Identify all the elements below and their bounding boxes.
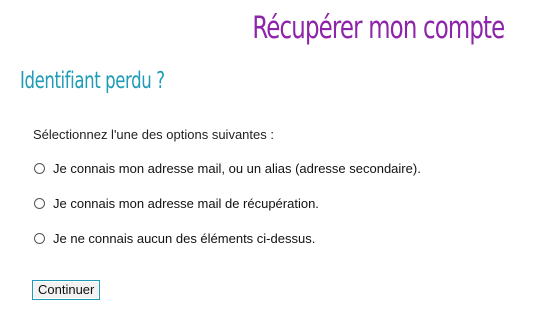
- radio-button[interactable]: [34, 197, 45, 209]
- options-list: Je connais mon adresse mail, ou un alias…: [34, 158, 421, 263]
- option-email-or-alias[interactable]: Je connais mon adresse mail, ou un alias…: [34, 158, 421, 178]
- continue-button[interactable]: Continuer: [32, 280, 101, 300]
- option-label: Je connais mon adresse mail de récupérat…: [53, 195, 319, 211]
- option-none-known[interactable]: Je ne connais aucun des éléments ci-dess…: [34, 228, 421, 248]
- radio-button[interactable]: [34, 162, 45, 174]
- option-recovery-email[interactable]: Je connais mon adresse mail de récupérat…: [34, 193, 421, 213]
- section-title: Identifiant perdu ?: [20, 68, 165, 94]
- radio-button[interactable]: [34, 232, 45, 244]
- option-label: Je ne connais aucun des éléments ci-dess…: [53, 230, 316, 246]
- page-title: Récupérer mon compte: [251, 10, 505, 46]
- option-label: Je connais mon adresse mail, ou un alias…: [53, 160, 421, 176]
- instructions-text: Sélectionnez l'une des options suivantes…: [33, 127, 274, 142]
